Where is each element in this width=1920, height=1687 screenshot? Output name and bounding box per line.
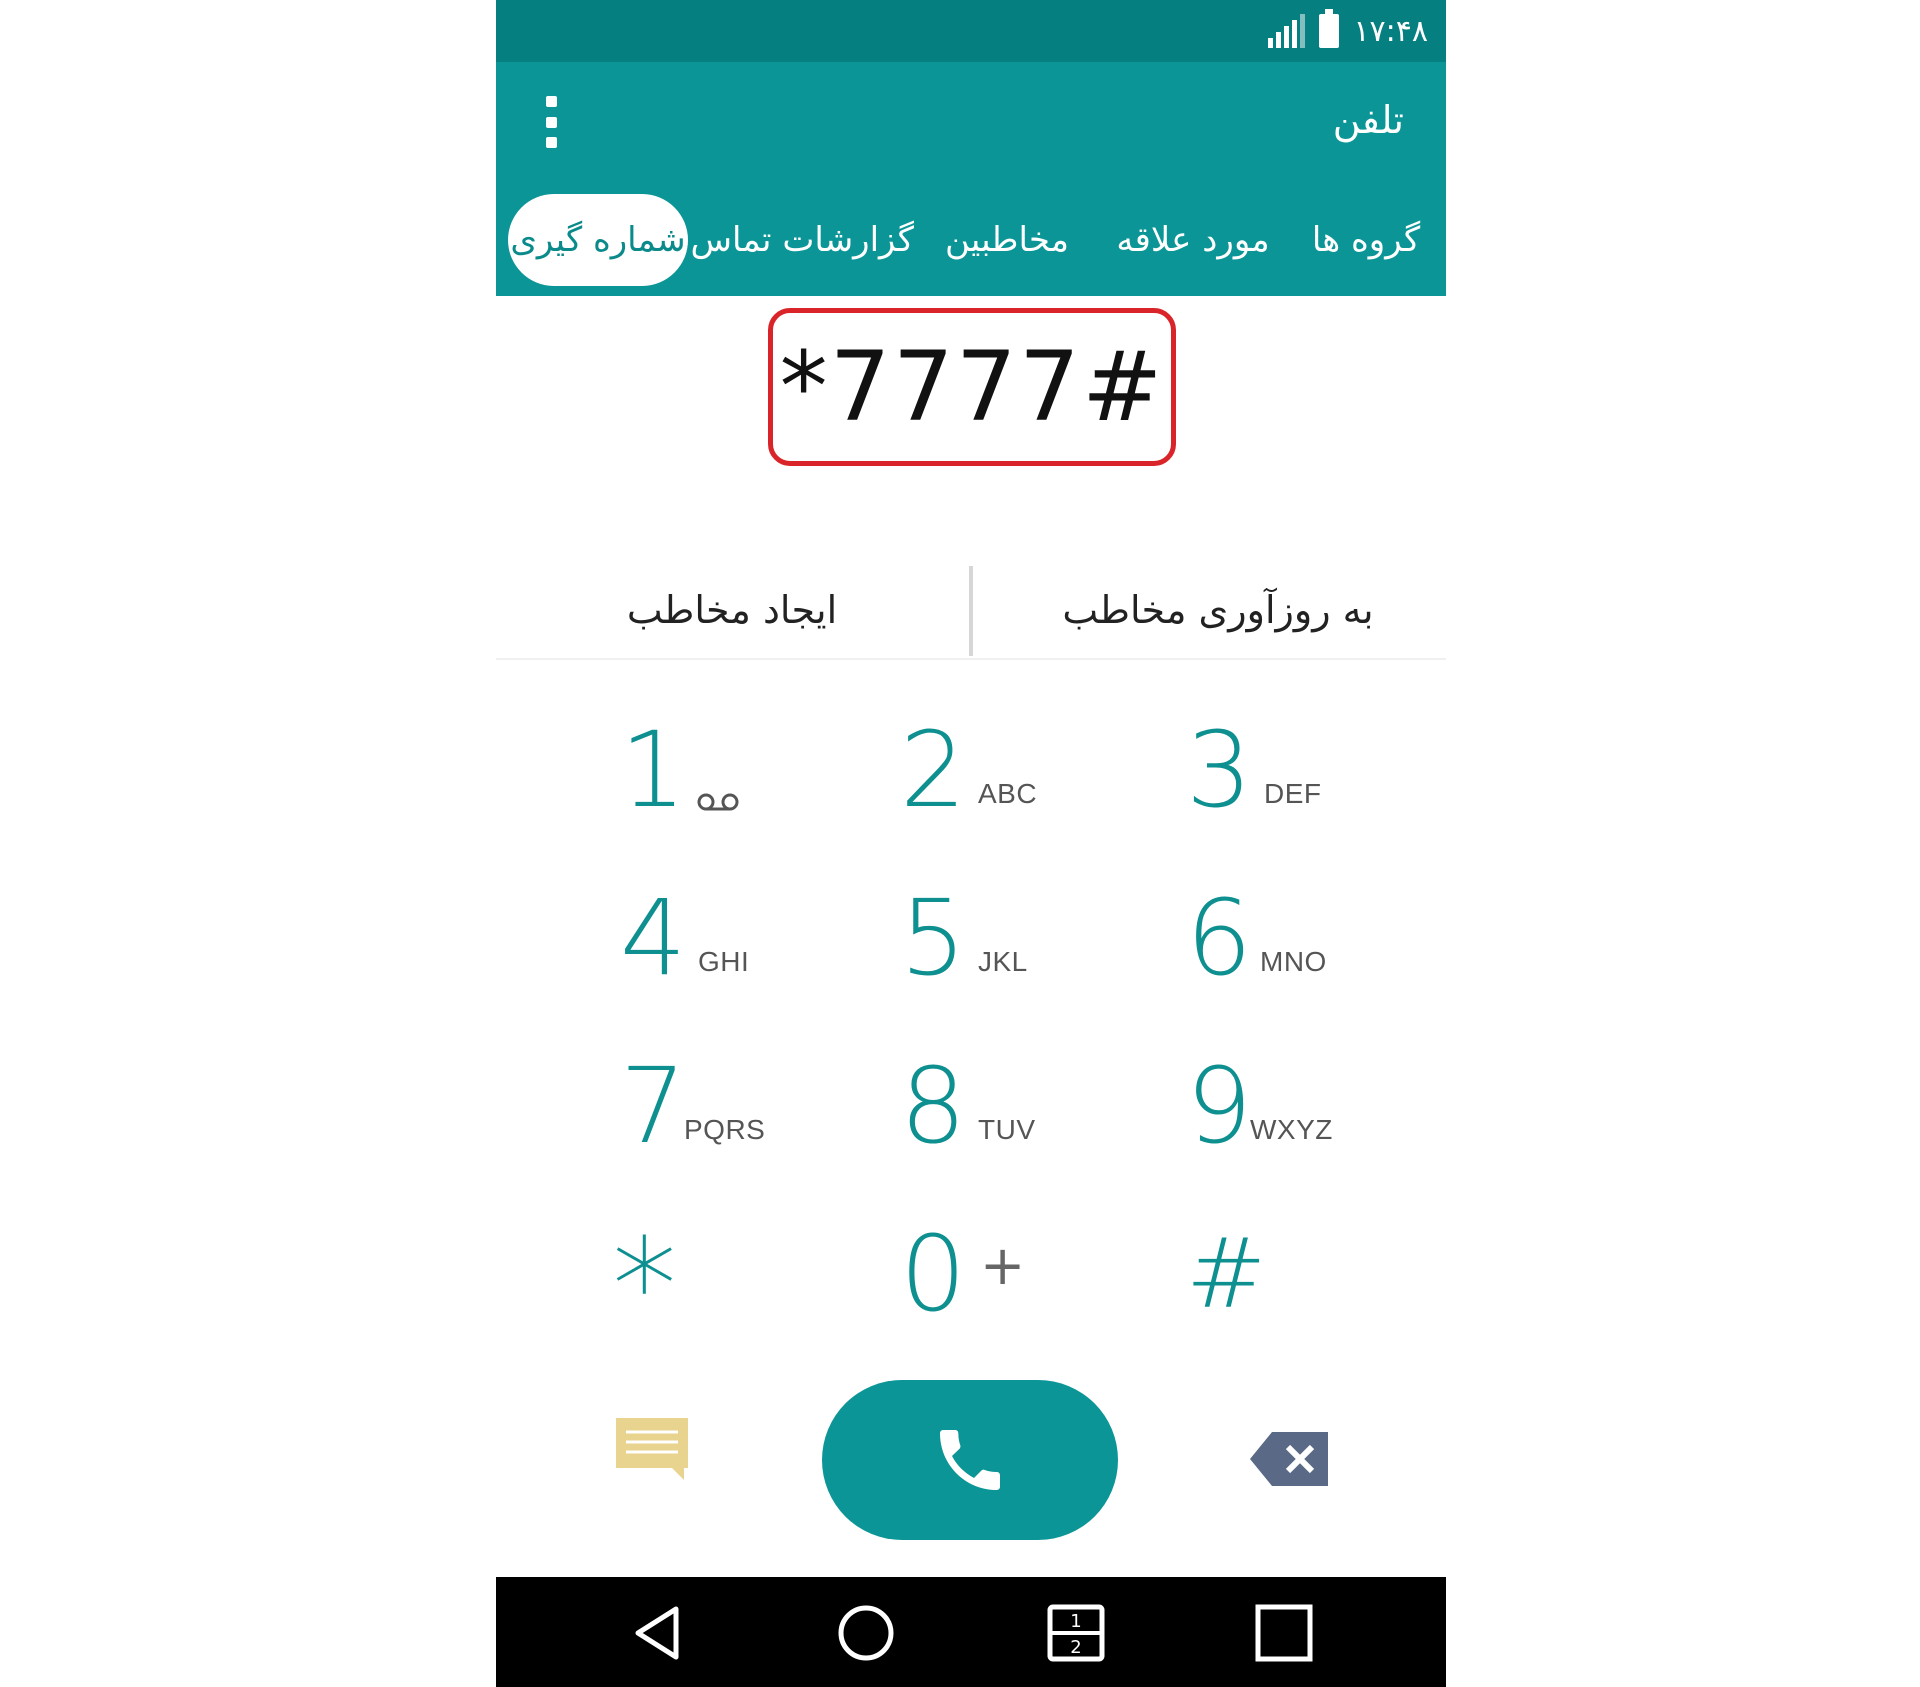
svg-text:1: 1 bbox=[1070, 1611, 1081, 1632]
key-star[interactable]: * bbox=[606, 1204, 846, 1356]
create-contact-button[interactable]: ایجاد مخاطب bbox=[614, 562, 850, 658]
dual-window-icon[interactable]: 1 2 bbox=[1046, 1603, 1106, 1663]
key-letters: WXYZ bbox=[1250, 1114, 1333, 1145]
key-letters: MNO bbox=[1260, 946, 1327, 977]
voicemail-icon bbox=[697, 793, 739, 811]
tab-bar: گروه ها مورد علاقه مخاطبین گزارشات تماس … bbox=[496, 194, 1446, 286]
key-1[interactable]: 1 bbox=[606, 700, 846, 840]
status-time: ۱۷:۴۸ bbox=[1353, 13, 1428, 49]
tab-favorites[interactable]: مورد علاقه bbox=[1108, 194, 1278, 286]
key-digit: 1 bbox=[620, 709, 687, 831]
phone-screen: ۱۷:۴۸ تلفن گروه ها مورد علاقه مخاطبین گز… bbox=[496, 0, 1446, 1687]
message-button[interactable] bbox=[616, 1418, 690, 1484]
update-contact-button[interactable]: به روزآوری مخاطب bbox=[1048, 562, 1388, 658]
key-digit: 4 bbox=[620, 877, 687, 999]
key-digit: 6 bbox=[1186, 877, 1253, 999]
key-digit: 8 bbox=[900, 1045, 967, 1167]
svg-text:2: 2 bbox=[1070, 1637, 1081, 1658]
key-8[interactable]: 8 TUV bbox=[886, 1036, 1126, 1176]
recents-icon[interactable] bbox=[1254, 1603, 1314, 1663]
battery-icon bbox=[1319, 9, 1340, 48]
actions-divider bbox=[969, 566, 973, 656]
key-digit: 7 bbox=[620, 1045, 687, 1167]
tab-call-logs[interactable]: گزارشات تماس bbox=[691, 194, 914, 286]
key-digit: 9 bbox=[1186, 1045, 1253, 1167]
key-letters: + bbox=[980, 1234, 1026, 1297]
key-9[interactable]: 9 WXYZ bbox=[1172, 1036, 1412, 1176]
tab-dialer[interactable]: شماره گیری bbox=[508, 194, 688, 286]
key-digit: 3 bbox=[1186, 709, 1253, 831]
key-5[interactable]: 5 JKL bbox=[886, 868, 1126, 1008]
key-7[interactable]: 7 PQRS bbox=[606, 1036, 846, 1176]
app-title: تلفن bbox=[1332, 98, 1404, 142]
key-digit: 0 bbox=[900, 1213, 967, 1335]
home-icon[interactable] bbox=[836, 1603, 896, 1663]
dialed-number[interactable]: *7777# bbox=[780, 331, 1165, 443]
backspace-button[interactable] bbox=[1250, 1432, 1328, 1486]
dialed-number-highlight: *7777# bbox=[768, 308, 1176, 466]
key-6[interactable]: 6 MNO bbox=[1172, 868, 1412, 1008]
status-bar: ۱۷:۴۸ bbox=[496, 0, 1446, 62]
key-letters: JKL bbox=[978, 946, 1028, 977]
call-button[interactable] bbox=[822, 1380, 1118, 1540]
signal-icon bbox=[1268, 14, 1306, 48]
key-digit: # bbox=[1186, 1218, 1267, 1330]
contact-actions: ایجاد مخاطب به روزآوری مخاطب bbox=[496, 562, 1446, 660]
message-icon bbox=[616, 1418, 688, 1480]
status-indicators: ۱۷:۴۸ bbox=[1268, 8, 1428, 54]
key-letters: ABC bbox=[978, 778, 1038, 809]
key-letters: TUV bbox=[978, 1114, 1036, 1145]
key-3[interactable]: 3 DEF bbox=[1172, 700, 1412, 840]
key-digit: 2 bbox=[900, 709, 967, 831]
key-letters: GHI bbox=[698, 946, 750, 977]
tab-contacts[interactable]: مخاطبین bbox=[932, 194, 1082, 286]
phone-icon bbox=[940, 1430, 1000, 1490]
backspace-icon bbox=[1250, 1432, 1328, 1486]
app-bar: تلفن گروه ها مورد علاقه مخاطبین گزارشات … bbox=[496, 62, 1446, 296]
navigation-bar: 1 2 bbox=[496, 1577, 1446, 1687]
more-vertical-icon[interactable] bbox=[536, 92, 566, 152]
key-digit: * bbox=[612, 1210, 677, 1362]
key-0[interactable]: 0 + bbox=[886, 1204, 1126, 1344]
key-4[interactable]: 4 GHI bbox=[606, 868, 846, 1008]
key-hash[interactable]: # bbox=[1172, 1204, 1412, 1344]
key-letters: PQRS bbox=[684, 1114, 766, 1145]
key-letters: DEF bbox=[1264, 778, 1322, 809]
back-icon[interactable] bbox=[628, 1603, 688, 1663]
key-digit: 5 bbox=[900, 877, 967, 999]
tab-groups[interactable]: گروه ها bbox=[1306, 194, 1426, 286]
key-2[interactable]: 2 ABC bbox=[886, 700, 1126, 840]
